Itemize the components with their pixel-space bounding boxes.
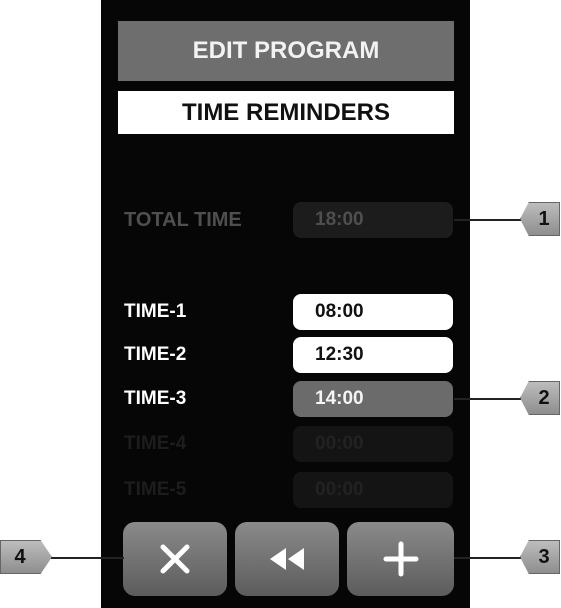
total-time-field: 18:00 <box>293 202 453 238</box>
add-button[interactable] <box>347 522 454 596</box>
time-2-label: TIME-2 <box>124 344 187 365</box>
time-5-label: TIME-5 <box>124 479 187 500</box>
callout-4-leader <box>48 557 124 559</box>
time-3-field[interactable]: 14:00 <box>293 381 453 417</box>
time-3-label: TIME-3 <box>124 388 187 409</box>
time-1-field[interactable]: 08:00 <box>293 294 453 330</box>
section-title: TIME REMINDERS <box>118 91 454 134</box>
callout-1-leader <box>454 219 524 221</box>
callout-2: 2 <box>520 381 560 415</box>
total-time-label: TOTAL TIME <box>124 208 242 231</box>
callout-4: 4 <box>0 540 52 574</box>
time-4-label: TIME-4 <box>124 433 187 454</box>
callout-3: 3 <box>520 540 560 574</box>
time-5-field[interactable]: 00:00 <box>293 472 453 508</box>
page-title: EDIT PROGRAM <box>118 21 454 81</box>
time-2-field[interactable]: 12:30 <box>293 337 453 373</box>
callout-2-leader <box>454 398 524 400</box>
plus-icon <box>383 541 418 577</box>
close-icon <box>160 544 190 574</box>
time-1-label: TIME-1 <box>124 301 187 322</box>
cancel-button[interactable] <box>123 522 227 596</box>
callout-3-leader <box>454 557 524 559</box>
rewind-icon <box>270 548 304 570</box>
back-button[interactable] <box>235 522 339 596</box>
callout-1: 1 <box>520 202 560 236</box>
time-4-field[interactable]: 00:00 <box>293 426 453 462</box>
